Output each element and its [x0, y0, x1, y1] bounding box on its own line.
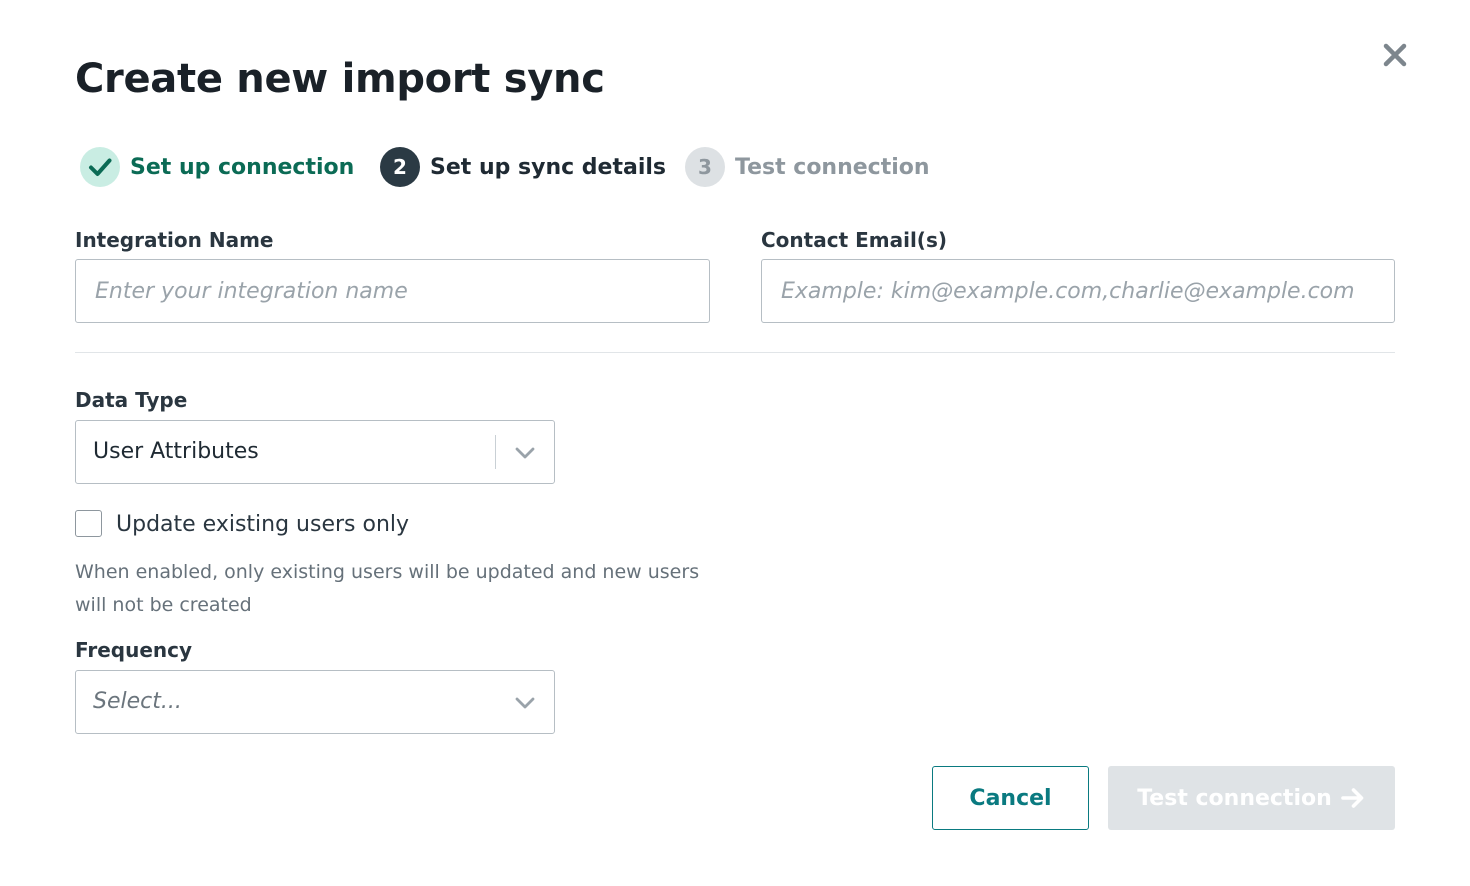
- frequency-placeholder: Select...: [93, 689, 182, 714]
- test-connection-label: Test connection: [1137, 785, 1332, 811]
- step-1-indicator: [80, 147, 120, 187]
- checkmark-icon: [89, 158, 112, 176]
- integration-name-label: Integration Name: [75, 228, 274, 252]
- create-import-sync-dialog: Create new import sync Set up connection…: [0, 0, 1470, 886]
- contact-emails-label: Contact Email(s): [761, 228, 947, 252]
- step-3-indicator: 3: [685, 147, 725, 187]
- integration-name-input[interactable]: [75, 259, 710, 323]
- close-button[interactable]: [1380, 40, 1410, 70]
- dialog-title: Create new import sync: [75, 56, 605, 102]
- frequency-select[interactable]: Select...: [75, 670, 555, 734]
- contact-emails-input[interactable]: [761, 259, 1395, 323]
- update-existing-users-checkbox[interactable]: [75, 510, 102, 537]
- step-2-label: Set up sync details: [430, 154, 667, 180]
- chevron-down-icon: [515, 447, 535, 459]
- cancel-button[interactable]: Cancel: [932, 766, 1089, 830]
- arrow-right-icon: [1340, 788, 1364, 808]
- step-1-label: Set up connection: [130, 154, 355, 180]
- update-existing-help-text: When enabled, only existing users will b…: [75, 561, 700, 616]
- data-type-selected-value: User Attributes: [93, 439, 259, 464]
- section-divider: [75, 352, 1395, 353]
- frequency-label: Frequency: [75, 638, 193, 662]
- data-type-select[interactable]: User Attributes: [75, 420, 555, 484]
- select-separator: [495, 435, 496, 469]
- close-icon: [1383, 43, 1407, 67]
- data-type-label: Data Type: [75, 388, 188, 412]
- step-set-up-connection: Set up connection: [80, 147, 354, 187]
- step-test-connection: 3 Test connection: [685, 147, 930, 187]
- step-set-up-sync-details: 2 Set up sync details: [380, 147, 666, 187]
- test-connection-button[interactable]: Test connection: [1108, 766, 1395, 830]
- step-2-indicator: 2: [380, 147, 420, 187]
- update-existing-users-label[interactable]: Update existing users only: [116, 512, 409, 537]
- step-3-label: Test connection: [735, 154, 930, 180]
- chevron-down-icon: [515, 697, 535, 709]
